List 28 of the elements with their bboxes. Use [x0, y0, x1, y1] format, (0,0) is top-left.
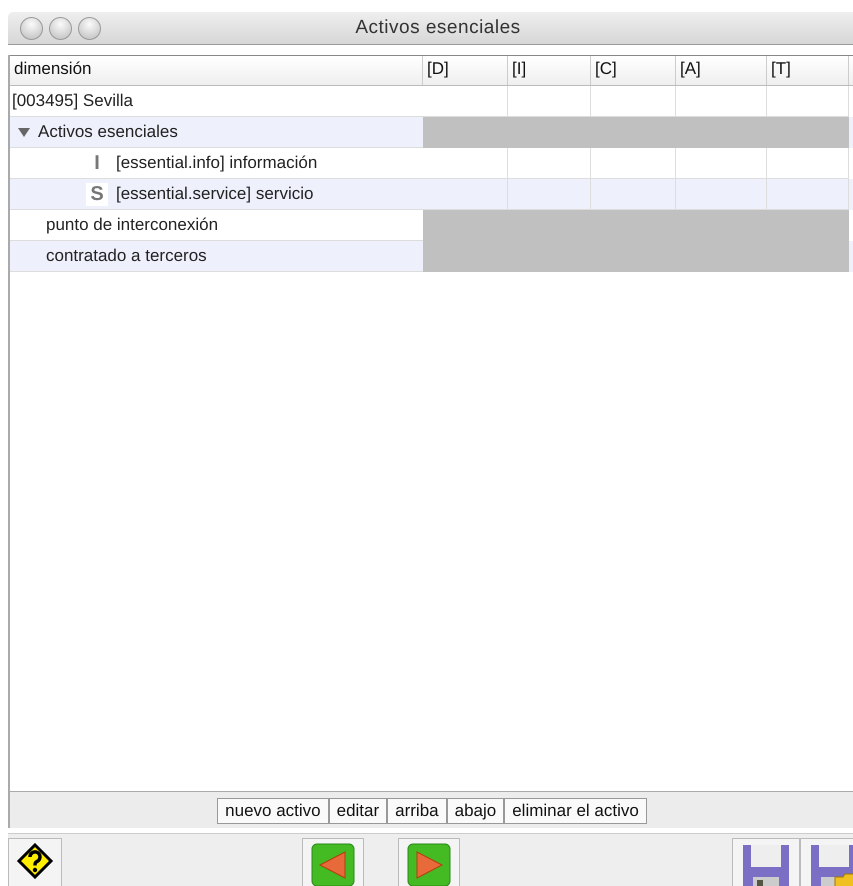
action-button[interactable]: editar	[328, 798, 388, 824]
action-button[interactable]: arriba	[387, 798, 447, 824]
minimize-window-button[interactable]	[49, 16, 72, 40]
help-icon	[17, 843, 53, 879]
floppy-folder-icon	[809, 843, 853, 886]
column-header[interactable]: dimensión	[10, 56, 423, 85]
expanded-triangle-icon[interactable]	[18, 128, 30, 136]
toolbar-button[interactable]	[8, 838, 62, 886]
close-window-button[interactable]	[20, 16, 43, 40]
column-header[interactable]: [I]	[508, 56, 591, 85]
action-button[interactable]: abajo	[446, 798, 504, 824]
tree-item[interactable]: contratado a terceros	[46, 246, 207, 266]
window-title: Activos esenciales	[355, 17, 521, 38]
column-header[interactable]: [A]	[676, 56, 767, 85]
tree-item[interactable]: [003495] Sevilla	[12, 91, 133, 111]
tree-item[interactable]: Activos esenciales	[38, 122, 178, 142]
tree-item[interactable]: [essential.info] información	[116, 153, 318, 173]
right-arrow-icon	[407, 843, 451, 886]
action-button[interactable]: eliminar el activo	[504, 798, 647, 824]
tree-item[interactable]: punto de interconexión	[46, 215, 218, 235]
column-header[interactable]: [C]	[591, 56, 676, 85]
zoom-window-button[interactable]	[78, 16, 101, 40]
column-header[interactable]: [D]	[423, 56, 508, 85]
column-header[interactable]: [T]	[767, 56, 849, 85]
action-button[interactable]: nuevo activo	[217, 798, 329, 824]
type-icon: S	[86, 182, 108, 206]
left-arrow-icon	[311, 843, 355, 886]
tree-item[interactable]: [essential.service] servicio	[116, 184, 314, 204]
